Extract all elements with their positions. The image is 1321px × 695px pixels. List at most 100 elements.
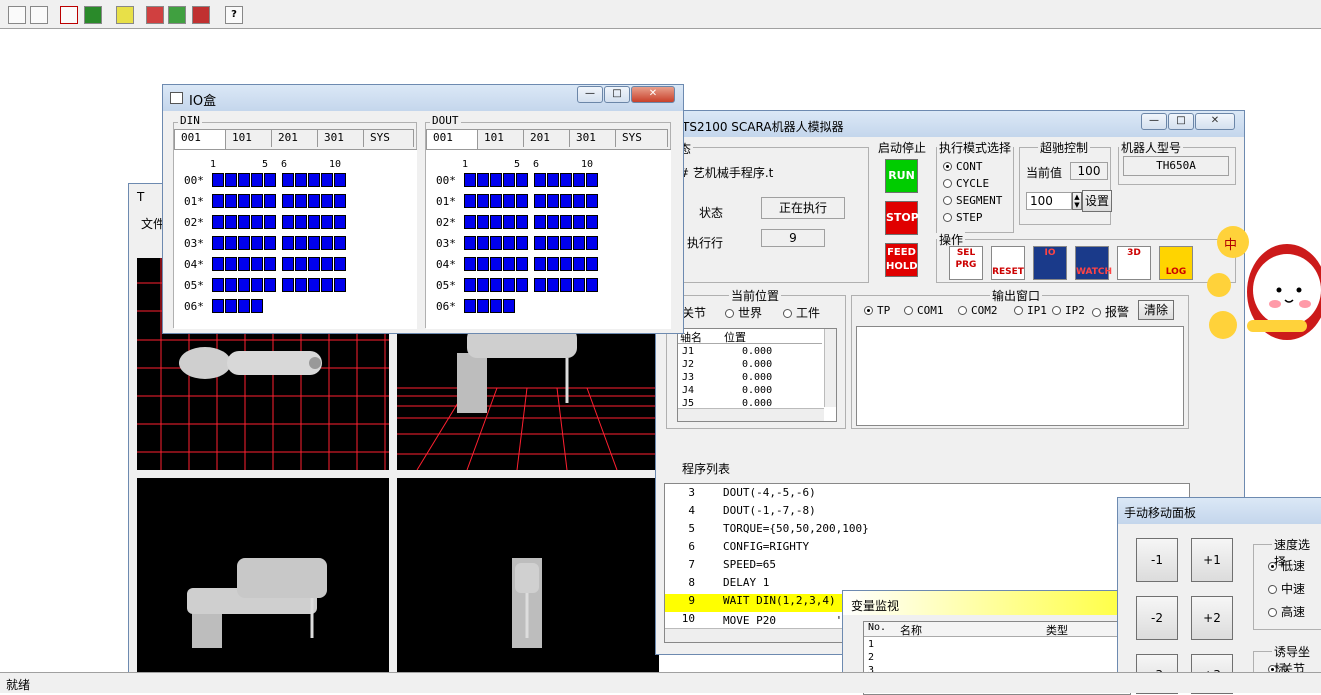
din-io-cell[interactable] [295,278,307,292]
din-io-cell[interactable] [334,257,346,271]
dout-io-cell[interactable] [534,257,546,271]
din-io-cell[interactable] [212,257,224,271]
position-hscroll[interactable] [678,408,824,421]
dout-io-cell[interactable] [490,278,502,292]
robot-io-2-icon[interactable] [168,6,186,24]
dout-io-cell[interactable] [490,173,502,187]
dout-io-cell[interactable] [477,278,489,292]
robot-io-icon[interactable] [146,6,164,24]
dout-io-cell[interactable] [586,278,598,292]
dout-io-cell[interactable] [490,215,502,229]
dout-io-cell[interactable] [516,278,528,292]
din-io-cell[interactable] [334,236,346,250]
dout-io-cell[interactable] [477,215,489,229]
dout-tab-001[interactable]: 001 [426,129,478,149]
var-row[interactable]: 1 [868,638,874,651]
minimize-button[interactable]: — [1141,113,1167,130]
override-spinner[interactable]: ▲ ▼ [1072,192,1082,210]
din-io-cell[interactable] [282,194,294,208]
din-io-cell[interactable] [212,215,224,229]
output-clear-button[interactable]: 清除 [1138,300,1174,320]
output-ip2[interactable]: IP2 [1052,304,1085,317]
document-icon[interactable] [30,6,48,24]
dout-tab-sys[interactable]: SYS [616,129,668,147]
log-icon[interactable]: LOG [1159,246,1193,280]
register-icon[interactable] [60,6,78,24]
stop-button[interactable]: STOP [885,201,919,235]
din-io-cell[interactable] [238,173,250,187]
close-button[interactable]: ✕ [1195,113,1235,130]
feed-hold-button[interactable]: FEED HOLD [885,243,918,277]
din-io-cell[interactable] [321,236,333,250]
dout-io-cell[interactable] [547,257,559,271]
din-io-cell[interactable] [225,278,237,292]
din-io-cell[interactable] [295,236,307,250]
dout-io-cell[interactable] [573,215,585,229]
din-io-cell[interactable] [251,215,263,229]
dout-io-cell[interactable] [560,173,572,187]
din-io-cell[interactable] [282,257,294,271]
pos-mode-world[interactable]: 世界 [725,304,762,321]
io-maximize-button[interactable]: □ [604,86,630,103]
din-io-cell[interactable] [251,194,263,208]
din-io-cell[interactable] [334,278,346,292]
din-io-cell[interactable] [321,278,333,292]
din-io-cell[interactable] [334,215,346,229]
output-tp[interactable]: TP [864,304,890,317]
dout-io-cell[interactable] [573,194,585,208]
dout-io-cell[interactable] [503,194,515,208]
din-io-cell[interactable] [282,173,294,187]
jog-minus-2[interactable]: -2 [1136,596,1178,640]
jog-plus-1[interactable]: +1 [1191,538,1233,582]
mascot[interactable]: 中 [1205,210,1321,350]
din-io-cell[interactable] [264,173,276,187]
din-io-cell[interactable] [238,278,250,292]
dout-io-cell[interactable] [464,215,476,229]
din-io-cell[interactable] [225,257,237,271]
pos-mode-work[interactable]: 工件 [783,304,820,321]
sel-prg-icon[interactable]: SEL PRG [949,246,983,280]
dout-io-cell[interactable] [503,257,515,271]
din-tab-001[interactable]: 001 [174,129,226,149]
dout-io-cell[interactable] [547,194,559,208]
din-io-cell[interactable] [264,236,276,250]
maximize-button[interactable]: □ [1168,113,1194,130]
din-io-cell[interactable] [264,257,276,271]
dout-io-cell[interactable] [477,173,489,187]
dout-io-cell[interactable] [534,215,546,229]
position-vscroll[interactable] [824,329,836,407]
din-io-cell[interactable] [225,215,237,229]
program-line[interactable]: 4 DOUT(-1,-7,-8) [671,504,1111,522]
dout-tab-101[interactable]: 101 [478,129,524,147]
din-io-cell[interactable] [308,173,320,187]
din-io-cell[interactable] [282,236,294,250]
dout-io-cell[interactable] [477,194,489,208]
jog-minus-1[interactable]: -1 [1136,538,1178,582]
io-icon[interactable]: IO [1033,246,1067,280]
din-io-cell[interactable] [212,173,224,187]
din-io-cell[interactable] [225,236,237,250]
dout-io-cell[interactable] [477,257,489,271]
mode-cont[interactable]: CONT [943,160,983,173]
dout-io-cell[interactable] [534,173,546,187]
din-io-cell[interactable] [264,215,276,229]
output-com2[interactable]: COM2 [958,304,998,317]
mode-step[interactable]: STEP [943,211,983,224]
din-io-cell[interactable] [225,194,237,208]
din-io-cell[interactable] [225,173,237,187]
din-tab-101[interactable]: 101 [226,129,272,147]
dout-io-cell[interactable] [547,278,559,292]
output-area[interactable] [856,326,1184,426]
dout-io-cell[interactable] [464,299,476,313]
din-io-cell[interactable] [308,236,320,250]
din-io-cell[interactable] [308,194,320,208]
dout-io-cell[interactable] [534,236,546,250]
din-io-cell[interactable] [321,257,333,271]
dout-io-cell[interactable] [490,194,502,208]
output-ip1[interactable]: IP1 [1014,304,1047,317]
dout-io-cell[interactable] [547,236,559,250]
din-io-cell[interactable] [238,215,250,229]
dout-io-cell[interactable] [503,299,515,313]
din-io-cell[interactable] [282,278,294,292]
dout-io-cell[interactable] [516,194,528,208]
